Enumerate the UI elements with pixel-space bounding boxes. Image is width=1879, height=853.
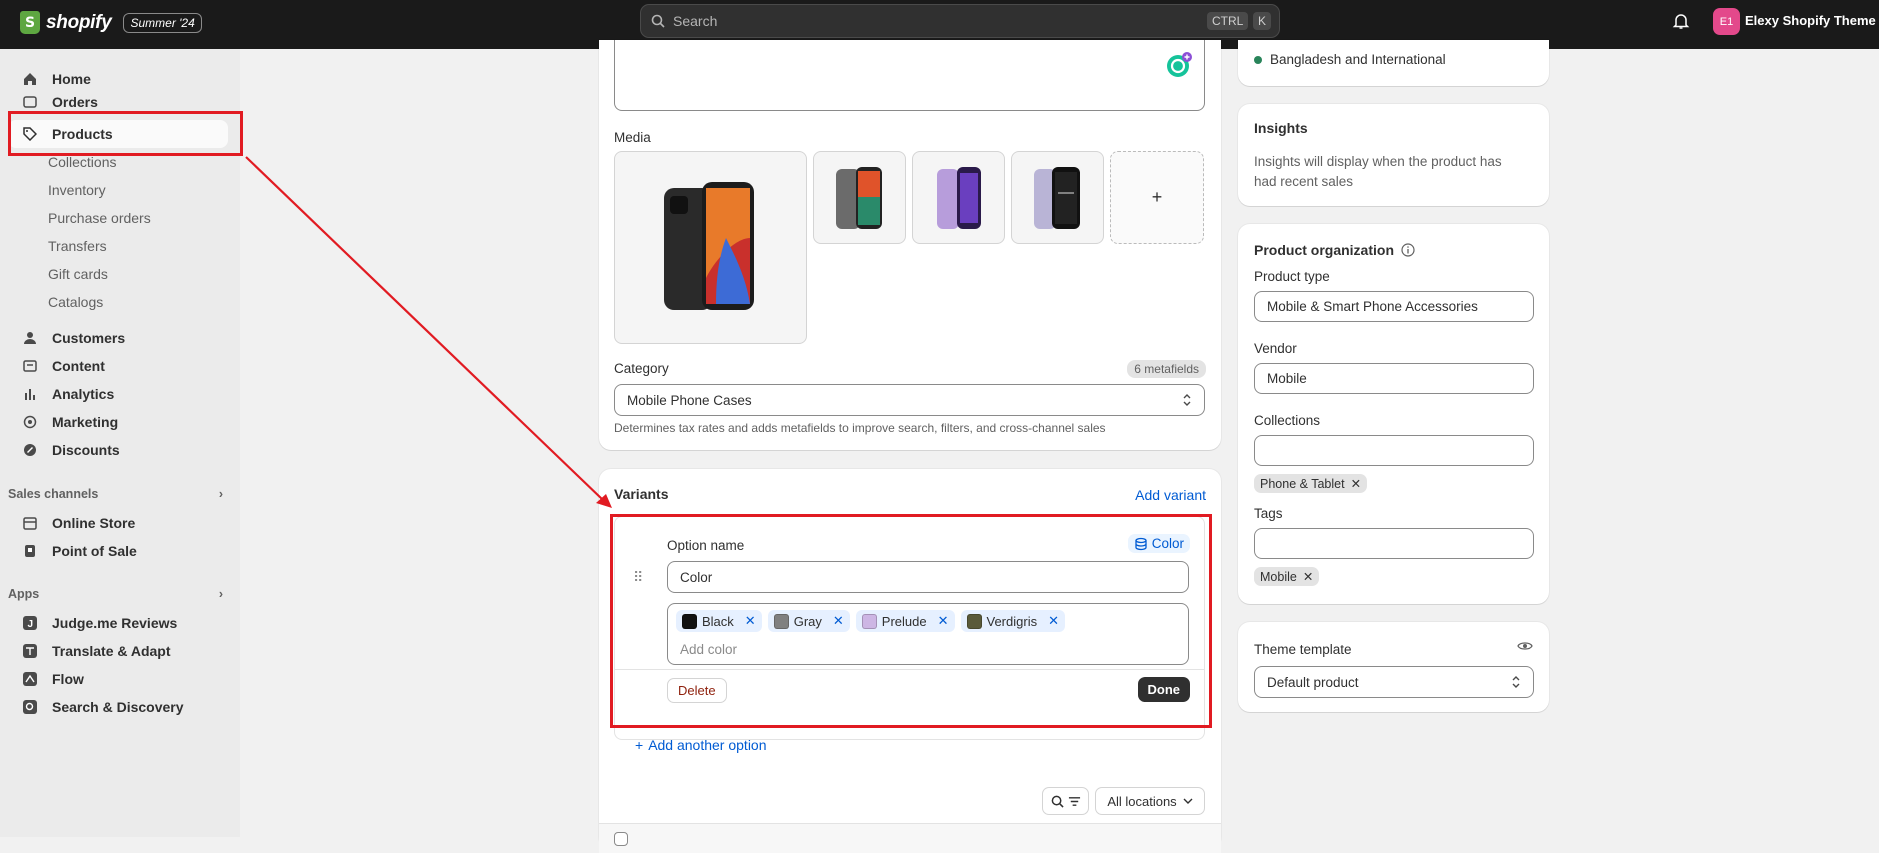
annotation-arrow [245,156,612,508]
